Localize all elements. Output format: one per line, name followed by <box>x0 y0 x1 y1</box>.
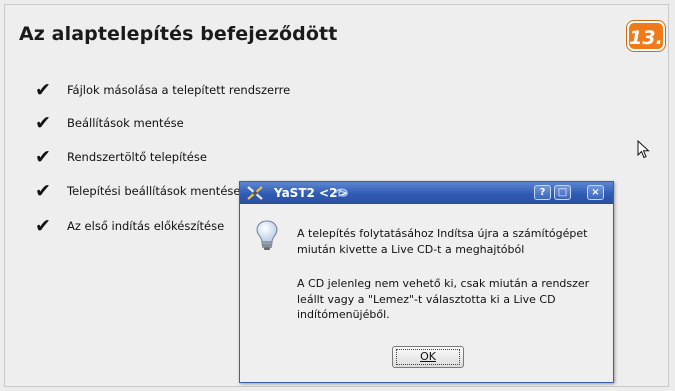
checkmark-icon: ✔ <box>35 180 51 202</box>
step-label: Telepítési beállítások mentése <box>67 184 241 198</box>
message-line: leállt vagy a "Lemez"-t választotta ki a… <box>297 292 556 306</box>
dialog-message-part1: A telepítés folytatásához Indítsa újra a… <box>297 226 597 257</box>
step-label: Rendszertöltő telepítése <box>67 150 207 164</box>
maximize-button[interactable]: □ <box>554 185 571 200</box>
mouse-cursor-icon <box>637 140 650 159</box>
step-label: Beállítások mentése <box>67 116 184 130</box>
message-line: A CD jelenleg nem vehető ki, csak miután… <box>297 277 590 290</box>
step-label: Az első indítás előkészítése <box>67 219 225 233</box>
step-number-badge: 13. <box>627 21 665 51</box>
message-line: A telepítés folytatásához Indítsa újra a… <box>297 227 588 240</box>
checkmark-icon: ✔ <box>35 146 51 168</box>
help-button[interactable]: ? <box>534 185 551 200</box>
ok-button[interactable]: OK <box>392 346 464 368</box>
ok-button-label: OK <box>420 350 436 363</box>
step-label: Fájlok másolása a telepített rendszerre <box>67 83 291 97</box>
dialog-titlebar[interactable]: YaST2 <2> ? □ × <box>240 182 613 204</box>
message-line: indítómenüjéből. <box>297 308 390 321</box>
yast-dialog: YaST2 <2> ? □ × A telepítés folytatásáho… <box>239 181 614 383</box>
page-title: Az alaptelepítés befejeződött <box>19 23 338 45</box>
swirl-icon <box>335 188 348 197</box>
checkmark-icon: ✔ <box>35 79 51 101</box>
close-button[interactable]: × <box>587 185 604 200</box>
checkmark-icon: ✔ <box>35 112 51 134</box>
dialog-message-part2: A CD jelenleg nem vehető ki, csak miután… <box>297 276 597 323</box>
message-line: miután kivette a Live CD-t a meghajtóból <box>297 242 525 256</box>
yast-app-icon[interactable] <box>246 185 264 201</box>
checkmark-icon: ✔ <box>35 215 51 237</box>
lightbulb-icon <box>256 220 278 250</box>
